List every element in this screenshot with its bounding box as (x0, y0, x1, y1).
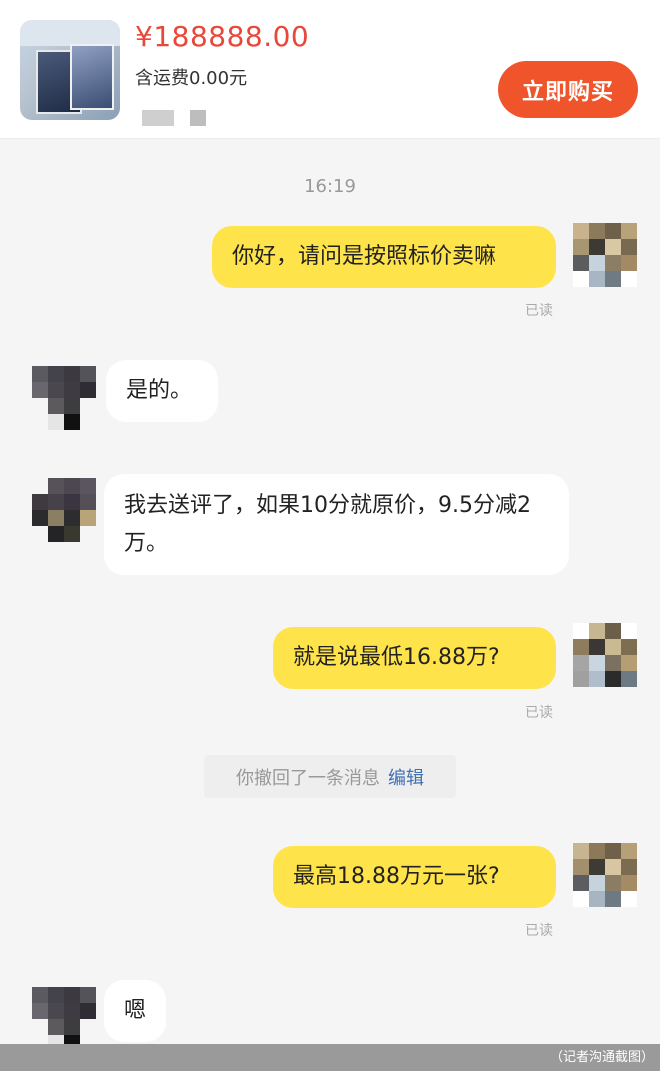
contact-avatar[interactable] (32, 987, 96, 1051)
mosaic-block (190, 110, 206, 126)
message-bubble-sent[interactable]: 最高18.88万元一张? (273, 846, 556, 908)
censored-text (142, 110, 206, 128)
read-receipt: 已读 (525, 303, 553, 319)
recall-notice-text: 你撤回了一条消息 (236, 767, 380, 789)
mosaic-block (142, 110, 174, 126)
chat-timestamp: 16:19 (304, 176, 356, 197)
message-bubble-received[interactable]: 我去送评了，如果10分就原价，9.5分减2万。 (104, 474, 569, 575)
product-price: ¥188888.00 (135, 20, 310, 53)
edit-link[interactable]: 编辑 (388, 764, 424, 790)
recall-notice: 你撤回了一条消息 编辑 (204, 755, 456, 798)
shipping-fee: 含运费0.00元 (135, 68, 248, 89)
message-bubble-received[interactable]: 嗯 (104, 980, 166, 1042)
message-bubble-sent[interactable]: 就是说最低16.88万? (273, 627, 556, 689)
caption-bar: （记者沟通截图） (0, 1044, 660, 1071)
my-avatar[interactable] (573, 843, 637, 907)
contact-avatar[interactable] (32, 478, 96, 542)
message-bubble-sent[interactable]: 你好，请问是按照标价卖嘛 (212, 226, 556, 288)
caption-text: （记者沟通截图） (549, 1050, 654, 1065)
product-thumbnail[interactable] (20, 20, 120, 120)
read-receipt: 已读 (525, 923, 553, 939)
card-image-right (70, 44, 114, 110)
my-avatar[interactable] (573, 623, 637, 687)
buy-now-button[interactable]: 立即购买 (498, 61, 638, 118)
message-bubble-received[interactable]: 是的。 (106, 360, 218, 422)
product-header: ¥188888.00 含运费0.00元 立即购买 (0, 0, 660, 139)
contact-avatar[interactable] (32, 366, 96, 430)
thumbnail-background (20, 20, 120, 46)
read-receipt: 已读 (525, 705, 553, 721)
my-avatar[interactable] (573, 223, 637, 287)
